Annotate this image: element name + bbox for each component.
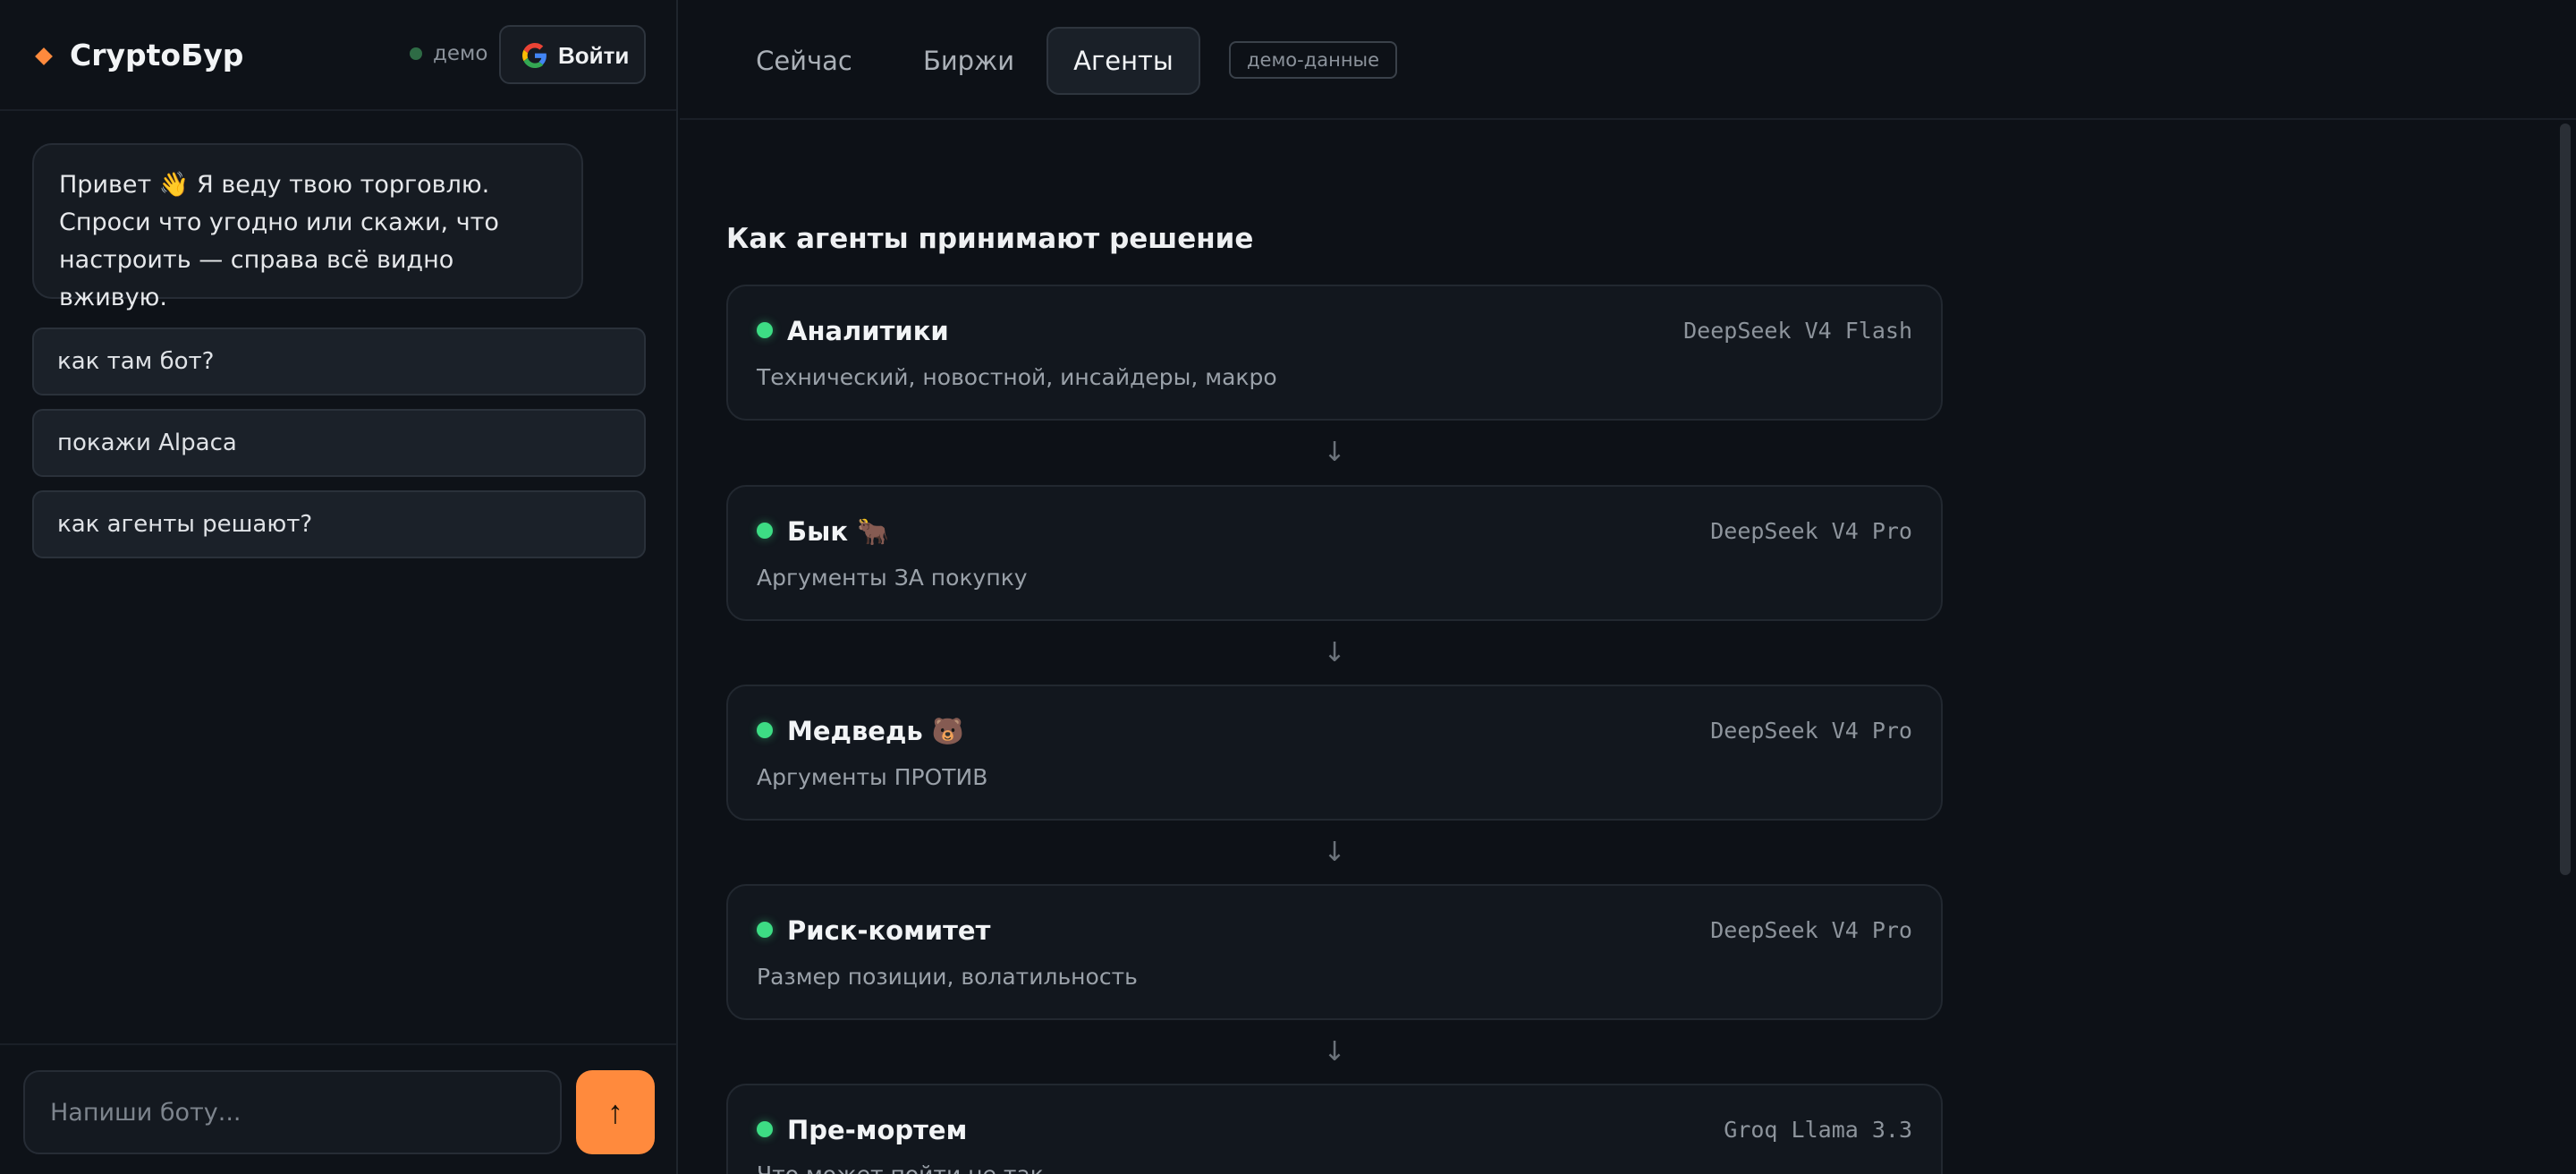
- agent-title: Бык 🐂: [787, 516, 890, 547]
- send-button[interactable]: ↑: [576, 1070, 655, 1154]
- agent-description: Что может пойти не так: [757, 1159, 1044, 1174]
- agent-card[interactable]: Риск-комитет DeepSeek V4 Pro Размер пози…: [726, 884, 1943, 1020]
- suggestion-chip[interactable]: покажи Alpaca: [32, 409, 646, 477]
- diamond-icon: [35, 47, 53, 65]
- status-dot-icon: [410, 47, 422, 60]
- sidebar-header: CryptoБур демо Войти: [0, 0, 676, 111]
- agent-description: Размер позиции, волатильность: [757, 964, 1138, 990]
- status-dot-icon: [757, 922, 773, 938]
- demo-data-badge: демо-данные: [1229, 41, 1398, 79]
- login-label: Войти: [558, 42, 630, 69]
- agent-model: DeepSeek V4 Pro: [1710, 917, 1912, 943]
- agent-card[interactable]: Пре-мортем Groq Llama 3.3 Что может пойт…: [726, 1084, 1943, 1174]
- bot-message: Привет 👋 Я веду твою торговлю. Спроси чт…: [32, 143, 583, 311]
- status-dot-icon: [757, 722, 773, 738]
- tab-exchanges[interactable]: Биржи: [903, 27, 1034, 95]
- agent-card[interactable]: Аналитики DeepSeek V4 Flash Технический,…: [726, 285, 1943, 421]
- agent-description: Технический, новостной, инсайдеры, макро: [757, 364, 1277, 390]
- scrollbar[interactable]: [2560, 123, 2571, 875]
- arrow-down-icon: ↓: [1323, 637, 1346, 668]
- agent-title: Пре-мортем: [787, 1115, 968, 1145]
- tab-now[interactable]: Сейчас: [739, 27, 869, 95]
- suggestion-chip[interactable]: как агенты решают?: [32, 490, 646, 558]
- chat-sidebar: CryptoБур демо Войти Привет 👋 Я веду тво…: [0, 0, 678, 1174]
- arrow-down-icon: ↓: [1323, 437, 1346, 468]
- agent-card[interactable]: Бык 🐂 DeepSeek V4 Pro Аргументы ЗА покуп…: [726, 485, 1943, 621]
- agent-model: DeepSeek V4 Pro: [1710, 718, 1912, 744]
- agent-model: Groq Llama 3.3: [1724, 1117, 1912, 1143]
- agent-description: Аргументы ЗА покупку: [757, 565, 1028, 591]
- section-title: Как агенты принимают решение: [726, 223, 1254, 255]
- login-button[interactable]: Войти: [499, 25, 646, 84]
- composer: ↑: [0, 1043, 676, 1174]
- agent-title: Аналитики: [787, 316, 949, 346]
- arrow-down-icon: ↓: [1323, 1036, 1346, 1068]
- agent-title: Медведь 🐻: [787, 716, 964, 746]
- arrow-up-icon: ↑: [607, 1093, 623, 1130]
- demo-label: демо: [433, 42, 488, 65]
- agent-card[interactable]: Медведь 🐻 DeepSeek V4 Pro Аргументы ПРОТ…: [726, 685, 1943, 821]
- suggestion-chip[interactable]: как там бот?: [32, 328, 646, 396]
- status-dot-icon: [757, 523, 773, 539]
- message-input[interactable]: [23, 1070, 562, 1154]
- agent-model: DeepSeek V4 Pro: [1710, 518, 1912, 544]
- top-tabs-bar: Сейчас Биржи Агенты демо-данные: [680, 0, 2576, 120]
- tab-agents[interactable]: Агенты: [1046, 27, 1200, 95]
- agent-description: Аргументы ПРОТИВ: [757, 764, 988, 790]
- status-dot-icon: [757, 322, 773, 338]
- agent-model: DeepSeek V4 Flash: [1683, 318, 1912, 344]
- google-icon: [522, 43, 547, 68]
- agent-title: Риск-комитет: [787, 915, 991, 946]
- brand-name: CryptoБур: [70, 38, 244, 72]
- status-dot-icon: [757, 1121, 773, 1137]
- arrow-down-icon: ↓: [1323, 837, 1346, 868]
